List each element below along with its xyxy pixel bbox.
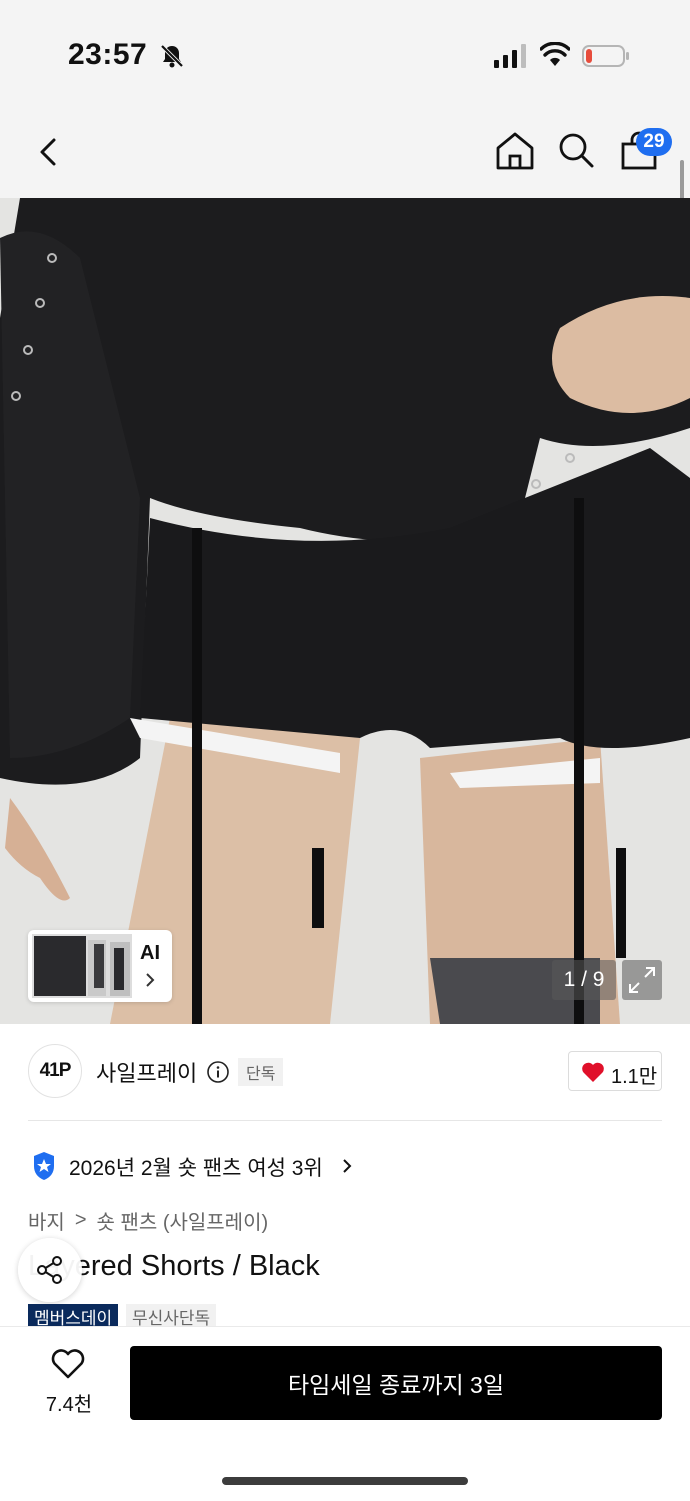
exclusive-tag: 단독: [238, 1058, 284, 1086]
brand-logo[interactable]: 41P: [28, 1044, 82, 1098]
cart-count-badge: 29: [636, 128, 672, 156]
brand-like-count: 1.1만: [611, 1066, 658, 1088]
back-icon[interactable]: [30, 132, 70, 172]
home-icon[interactable]: [494, 130, 536, 172]
search-icon[interactable]: [556, 130, 596, 170]
breadcrumb-item-category[interactable]: 바지: [28, 1206, 65, 1235]
ranking-link[interactable]: 2026년 2월 숏 팬츠 여성 3위: [69, 1152, 323, 1182]
info-icon[interactable]: [206, 1060, 230, 1084]
share-icon: [37, 1256, 62, 1284]
brand-like-button[interactable]: 1.1만: [568, 1051, 662, 1091]
buy-button[interactable]: 타임세일 종료까지 3일: [130, 1346, 662, 1420]
signal-icon: [494, 44, 526, 68]
wishlist-count: 7.4천: [45, 1394, 93, 1416]
status-bar: 23:57: [0, 0, 690, 110]
home-indicator: [222, 1477, 468, 1485]
heart-outline-icon: [51, 1349, 85, 1379]
image-page-counter: 1 / 9: [552, 960, 616, 1000]
ai-thumbnail-card[interactable]: AI: [28, 930, 172, 1002]
wishlist-button[interactable]: 7.4천: [34, 1348, 104, 1418]
membersday-tag: 멤버스데이: [28, 1304, 119, 1328]
battery-icon: [582, 45, 629, 67]
divider: [28, 1120, 662, 1121]
brand-name[interactable]: 사일프레이: [96, 1056, 197, 1088]
product-image[interactable]: [0, 198, 690, 1024]
bell-off-icon: [160, 44, 184, 68]
share-button[interactable]: [18, 1238, 82, 1302]
heart-filled-icon: [582, 1062, 604, 1082]
musinsa-exclusive-tag: 무신사단독: [126, 1304, 217, 1328]
status-time: 23:57: [68, 38, 148, 71]
breadcrumb-separator: >: [74, 1209, 87, 1231]
breadcrumb: 바지 > 숏 팬츠 (사일프레이): [28, 1206, 268, 1235]
chevron-right-icon: [146, 973, 155, 987]
wifi-icon: [540, 42, 570, 66]
expand-icon[interactable]: [622, 960, 662, 1000]
chevron-right-icon: [343, 1159, 352, 1173]
top-nav: [0, 110, 690, 198]
rank-badge-icon: [34, 1152, 54, 1180]
product-photo: [0, 198, 690, 1024]
thumbnail-image: [32, 934, 132, 998]
breadcrumb-item-subcategory[interactable]: 숏 팬츠 (사일프레이): [97, 1206, 269, 1235]
ai-label: AI: [140, 942, 160, 964]
